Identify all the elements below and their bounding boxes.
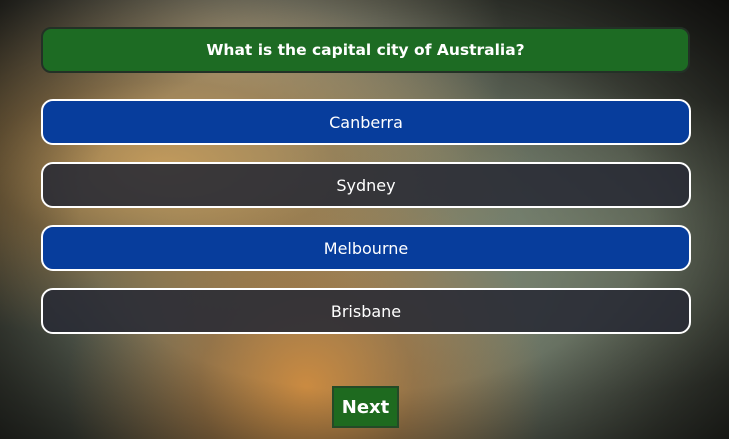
question-box: What is the capital city of Australia? <box>41 27 690 73</box>
answer-label: Canberra <box>329 112 403 132</box>
answer-label: Melbourne <box>323 238 409 258</box>
next-button[interactable]: Next <box>332 386 399 428</box>
answer-button-sydney[interactable]: Sydney <box>41 162 691 208</box>
question-text: What is the capital city of Australia? <box>206 41 525 59</box>
next-button-label: Next <box>341 396 390 418</box>
answer-label: Brisbane <box>330 301 402 321</box>
answer-button-canberra[interactable]: Canberra <box>41 99 691 145</box>
answer-button-melbourne[interactable]: Melbourne <box>41 225 691 271</box>
answer-button-brisbane[interactable]: Brisbane <box>41 288 691 334</box>
answer-label: Sydney <box>336 175 396 195</box>
